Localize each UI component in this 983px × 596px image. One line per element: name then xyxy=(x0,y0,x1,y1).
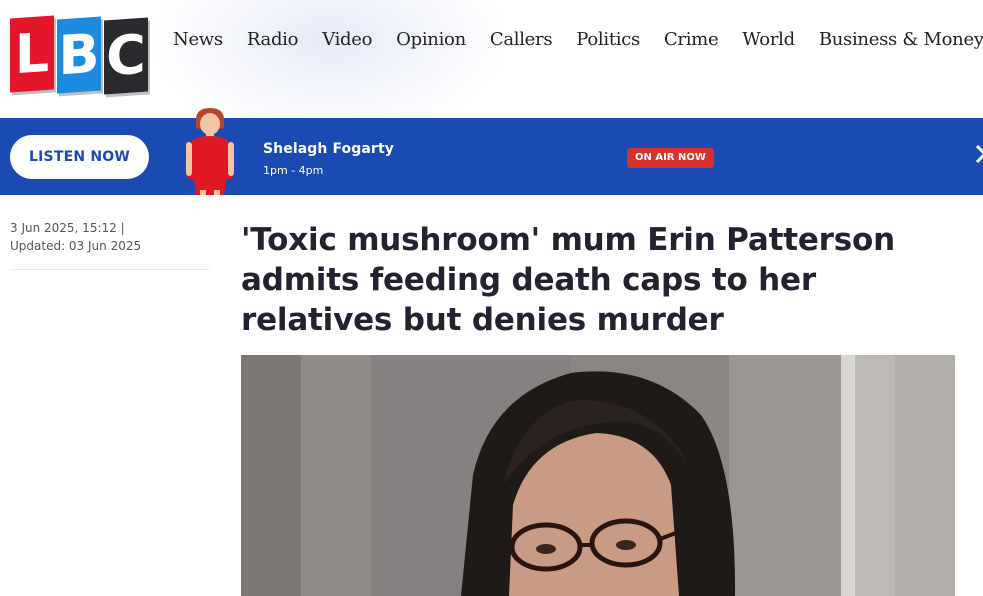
article-meta: 3 Jun 2025, 15:12 | Updated: 03 Jun 2025 xyxy=(10,219,210,255)
listen-now-button[interactable]: LISTEN NOW xyxy=(10,135,149,179)
nav-item-opinion[interactable]: Opinion xyxy=(396,27,466,53)
nav-item-world[interactable]: World xyxy=(742,27,795,53)
nav-item-politics[interactable]: Politics xyxy=(576,27,640,53)
updated-date: Updated: 03 Jun 2025 xyxy=(10,239,142,253)
on-air-badge: ON AIR NOW xyxy=(627,148,714,168)
nav-item-video[interactable]: Video xyxy=(322,27,372,53)
presenter-photo xyxy=(186,108,234,195)
page: L B C News Radio Video Opinion Callers P… xyxy=(0,0,983,596)
nav-item-business-money[interactable]: Business & Money xyxy=(819,27,983,53)
woman-with-glasses-photo xyxy=(241,355,955,596)
publish-date: 3 Jun 2025, 15:12 | xyxy=(10,221,125,235)
nav-item-crime[interactable]: Crime xyxy=(664,27,719,53)
presenter-name[interactable]: Shelagh Fogarty xyxy=(263,141,394,157)
nav-item-radio[interactable]: Radio xyxy=(247,27,299,53)
live-radio-bar: LISTEN NOW Shelagh Fogarty 1pm - 4pm ON … xyxy=(0,108,983,195)
nav-item-callers[interactable]: Callers xyxy=(490,27,553,53)
chevron-right-icon[interactable] xyxy=(975,144,983,164)
article-headline: 'Toxic mushroom' mum Erin Patterson admi… xyxy=(241,222,895,338)
logo-letter-b: B xyxy=(57,16,101,94)
logo-letter-l: L xyxy=(10,15,54,93)
nav-item-news[interactable]: News xyxy=(173,27,223,53)
site-header: L B C News Radio Video Opinion Callers P… xyxy=(0,0,983,118)
logo-letter-c: C xyxy=(104,17,148,95)
meta-divider xyxy=(10,269,210,270)
lbc-logo[interactable]: L B C xyxy=(10,15,152,95)
header-glow xyxy=(150,0,510,118)
show-time: 1pm - 4pm xyxy=(263,164,324,177)
main-nav: News Radio Video Opinion Callers Politic… xyxy=(173,27,983,53)
